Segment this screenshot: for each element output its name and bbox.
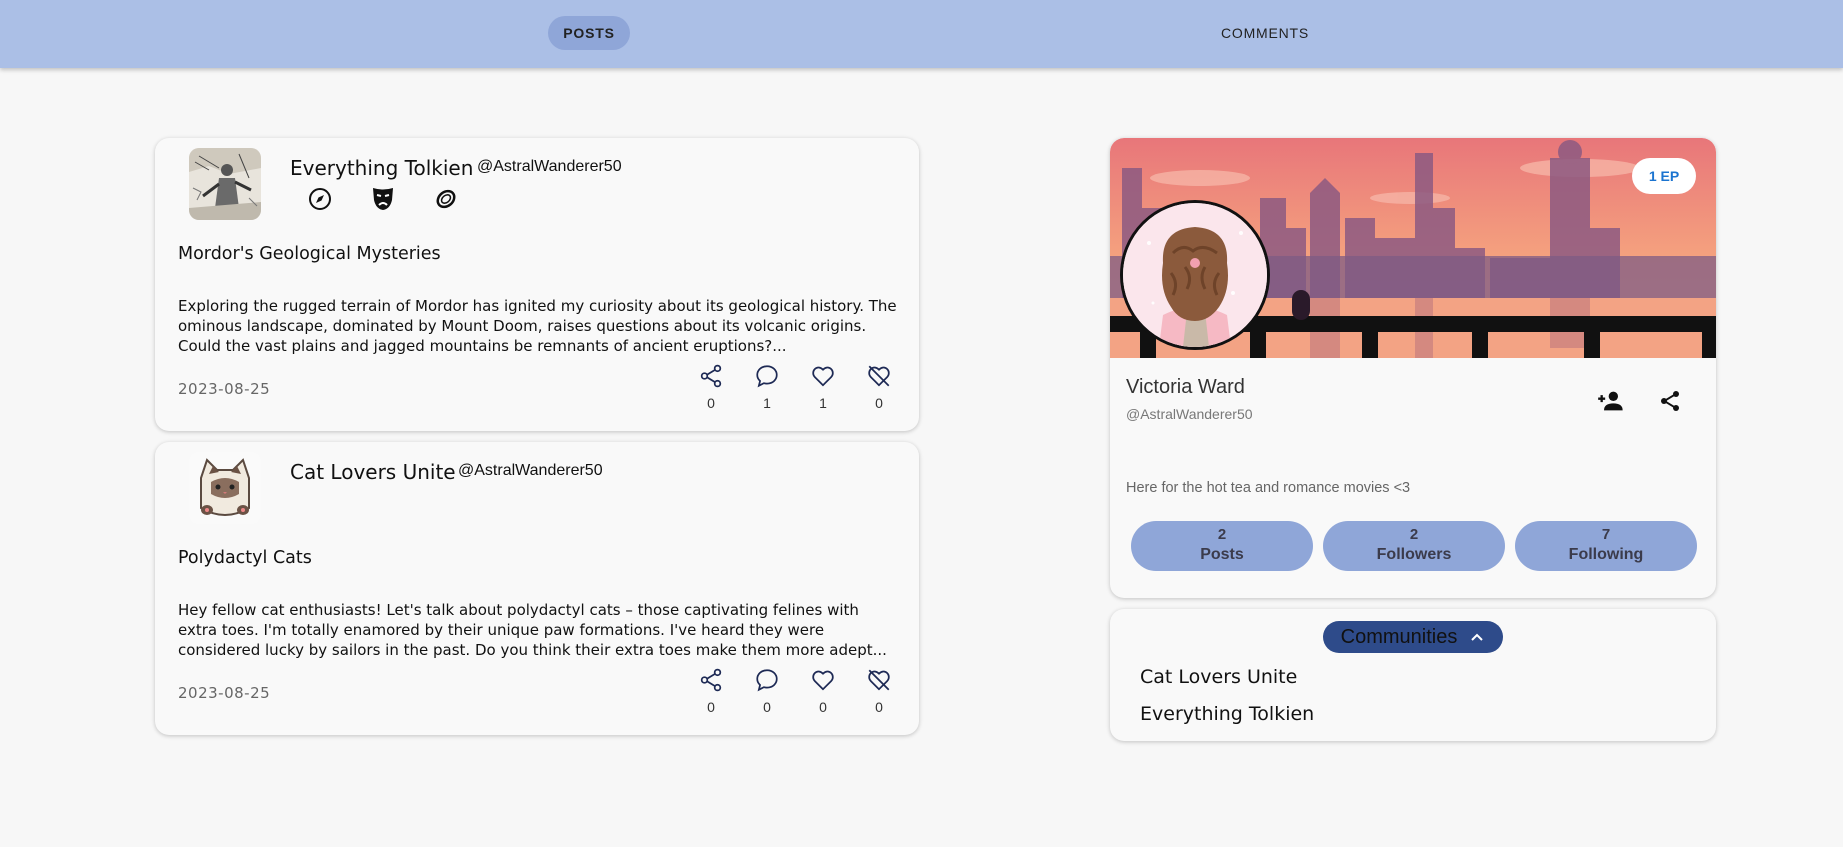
person-add-icon: [1598, 391, 1623, 411]
theater-mask-icon: [370, 186, 396, 212]
community-link[interactable]: Cat Lovers Unite: [1140, 666, 1297, 688]
comment-icon: [756, 365, 778, 388]
comment-count: 0: [763, 699, 771, 715]
author-handle[interactable]: @AstralWanderer50: [477, 158, 622, 176]
post-body: Exploring the rugged terrain of Mordor h…: [178, 297, 897, 355]
share-count: 0: [707, 395, 715, 411]
profile-avatar[interactable]: [1120, 200, 1270, 350]
heart-icon: [812, 366, 834, 387]
post-title[interactable]: Mordor's Geological Mysteries: [178, 244, 441, 264]
heart-broken-icon: [868, 365, 890, 387]
profile-handle: @AstralWanderer50: [1126, 406, 1253, 422]
comment-count: 1: [763, 395, 771, 411]
stat-label: Posts: [1200, 546, 1244, 563]
comment-icon: [756, 669, 778, 692]
tab-comments[interactable]: COMMENTS: [1210, 16, 1320, 50]
stat-label: Followers: [1376, 546, 1452, 563]
share-button[interactable]: 0: [683, 363, 739, 411]
comment-button[interactable]: 1: [739, 363, 795, 411]
share-button[interactable]: 0: [683, 667, 739, 715]
dislike-count: 0: [875, 699, 883, 715]
dislike-button[interactable]: 0: [851, 667, 907, 715]
post-date: 2023-08-25: [178, 380, 271, 398]
heart-icon: [812, 670, 834, 691]
post-actions: 0 1 1 0: [683, 363, 907, 411]
profile-name: Victoria Ward: [1126, 376, 1245, 398]
stat-value: 2: [1217, 526, 1227, 543]
dislike-button[interactable]: 0: [851, 363, 907, 411]
post-body: Hey fellow cat enthusiasts! Let's talk a…: [178, 601, 887, 659]
post-card[interactable]: Cat Lovers Unite @AstralWanderer50 Polyd…: [155, 442, 919, 735]
author-handle[interactable]: @AstralWanderer50: [458, 462, 603, 480]
post-date: 2023-08-25: [178, 684, 271, 702]
post-title[interactable]: Polydactyl Cats: [178, 548, 312, 568]
communities-label: Communities: [1340, 626, 1458, 648]
ep-badge: 1 EP: [1632, 158, 1696, 194]
share-profile-button[interactable]: [1655, 386, 1685, 416]
community-avatar[interactable]: [189, 452, 261, 524]
communities-toggle[interactable]: Communities: [1323, 621, 1503, 653]
stat-value: 7: [1601, 526, 1611, 543]
like-count: 0: [819, 699, 827, 715]
community-link[interactable]: Everything Tolkien: [1140, 703, 1314, 725]
community-badges: [307, 186, 459, 212]
stat-following[interactable]: 7 Following: [1515, 521, 1697, 571]
tab-posts[interactable]: POSTS: [548, 16, 630, 50]
chevron-up-icon: [1471, 633, 1484, 641]
stat-value: 2: [1409, 526, 1419, 543]
heart-broken-icon: [868, 669, 890, 691]
communities-card: Communities Cat Lovers Unite Everything …: [1110, 609, 1716, 741]
compass-icon: [307, 186, 333, 212]
community-name[interactable]: Cat Lovers Unite: [290, 460, 456, 484]
share-icon: [700, 364, 722, 388]
profile-card: 1 EP Victoria Ward @AstralWanderer50 Her…: [1110, 138, 1716, 598]
like-button[interactable]: 1: [795, 363, 851, 411]
share-icon: [700, 668, 722, 692]
stat-followers[interactable]: 2 Followers: [1323, 521, 1505, 571]
share-icon: [1661, 391, 1679, 411]
like-count: 1: [819, 395, 827, 411]
top-tab-bar: POSTS COMMENTS: [0, 0, 1843, 68]
community-name[interactable]: Everything Tolkien: [290, 156, 473, 180]
stat-label: Following: [1568, 546, 1644, 563]
profile-bio: Here for the hot tea and romance movies …: [1126, 480, 1411, 496]
ring-icon: [433, 186, 459, 212]
community-avatar[interactable]: [189, 148, 261, 220]
dislike-count: 0: [875, 395, 883, 411]
follow-button[interactable]: [1596, 386, 1626, 416]
share-count: 0: [707, 699, 715, 715]
profile-stats: 2 Posts 2 Followers 7 Following: [1131, 521, 1697, 571]
like-button[interactable]: 0: [795, 667, 851, 715]
comment-button[interactable]: 0: [739, 667, 795, 715]
post-card[interactable]: Everything Tolkien @AstralWanderer50 Mor…: [155, 138, 919, 431]
stat-posts[interactable]: 2 Posts: [1131, 521, 1313, 571]
post-actions: 0 0 0 0: [683, 667, 907, 715]
